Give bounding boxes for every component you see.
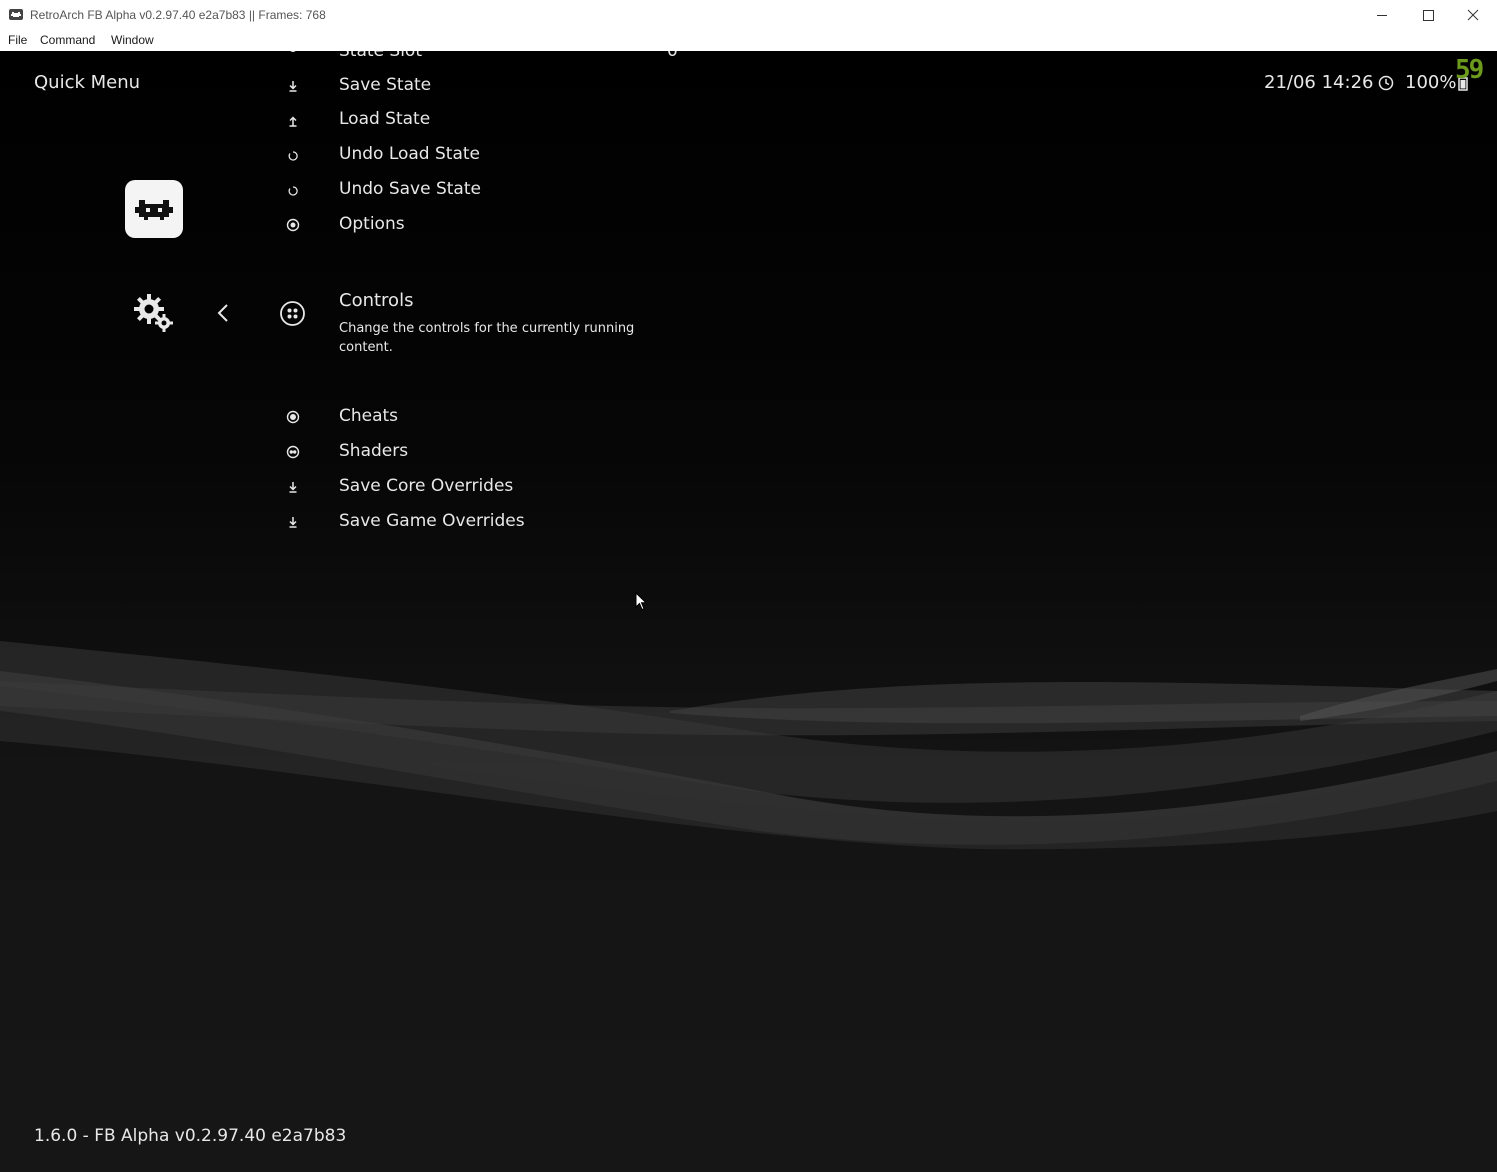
ribbon-background bbox=[0, 641, 1497, 850]
undo-icon bbox=[288, 151, 298, 161]
fps-counter: 59 bbox=[1455, 55, 1484, 85]
window-title: RetroArch FB Alpha v0.2.97.40 e2a7b83 ||… bbox=[30, 8, 326, 22]
upload-icon bbox=[289, 116, 297, 127]
menu-item-label: Save Core Overrides bbox=[339, 476, 514, 496]
state-slot-value: 0 bbox=[667, 51, 678, 61]
options-icon bbox=[286, 218, 300, 232]
download-icon bbox=[289, 81, 297, 92]
cheats-icon bbox=[286, 410, 300, 424]
download-icon bbox=[289, 482, 297, 493]
back-chevron-icon[interactable] bbox=[215, 303, 231, 323]
xmb-menu-area: Quick Menu 21/06 14:26 100% 59 State Slo… bbox=[0, 51, 1497, 1172]
menu-item-label: Load State bbox=[339, 109, 431, 129]
clock-icon bbox=[1378, 75, 1394, 91]
mouse-cursor-icon bbox=[635, 592, 647, 611]
battery-level: 100% bbox=[1405, 72, 1457, 93]
gear-icon bbox=[290, 51, 296, 52]
menu-item-label: Undo Load State bbox=[339, 144, 480, 164]
settings-icon[interactable] bbox=[133, 292, 175, 334]
retroarch-app-icon bbox=[9, 9, 23, 20]
menu-item-label: Cheats bbox=[339, 406, 399, 426]
invader-icon bbox=[135, 200, 173, 220]
menu-item-label: Save Game Overrides bbox=[339, 511, 525, 531]
menu-item-label: Undo Save State bbox=[339, 179, 481, 199]
title-bar: RetroArch FB Alpha v0.2.97.40 e2a7b83 ||… bbox=[0, 0, 1497, 32]
retroarch-window: RetroArch FB Alpha v0.2.97.40 e2a7b83 ||… bbox=[0, 0, 1497, 1172]
menu-item-label: Options bbox=[339, 214, 405, 234]
minimize-button[interactable] bbox=[1359, 0, 1405, 31]
menu-window[interactable]: Window bbox=[111, 33, 154, 47]
menu-item-label: Save State bbox=[339, 75, 432, 95]
menu-bar: File Command Window bbox=[0, 31, 1497, 51]
menu-title: Quick Menu bbox=[34, 72, 141, 93]
maximize-button[interactable] bbox=[1405, 0, 1451, 31]
menu-item-label: Shaders bbox=[339, 441, 409, 461]
menu-file[interactable]: File bbox=[8, 33, 27, 47]
download-icon bbox=[289, 517, 297, 528]
menu-command[interactable]: Command bbox=[40, 33, 95, 47]
gamepad-icon bbox=[280, 301, 305, 326]
retroarch-logo[interactable] bbox=[125, 180, 183, 238]
menu-item-label: State Slot bbox=[339, 51, 422, 61]
shaders-icon bbox=[286, 445, 300, 459]
clock-text: 21/06 14:26 bbox=[1264, 72, 1374, 93]
selected-item-sublabel: Change the controls for the currently ru… bbox=[339, 321, 635, 355]
undo-icon bbox=[288, 186, 298, 196]
core-info-footer: 1.6.0 - FB Alpha v0.2.97.40 e2a7b83 bbox=[34, 1126, 347, 1146]
selected-item-label: Controls bbox=[339, 290, 414, 311]
close-button[interactable] bbox=[1451, 0, 1497, 31]
